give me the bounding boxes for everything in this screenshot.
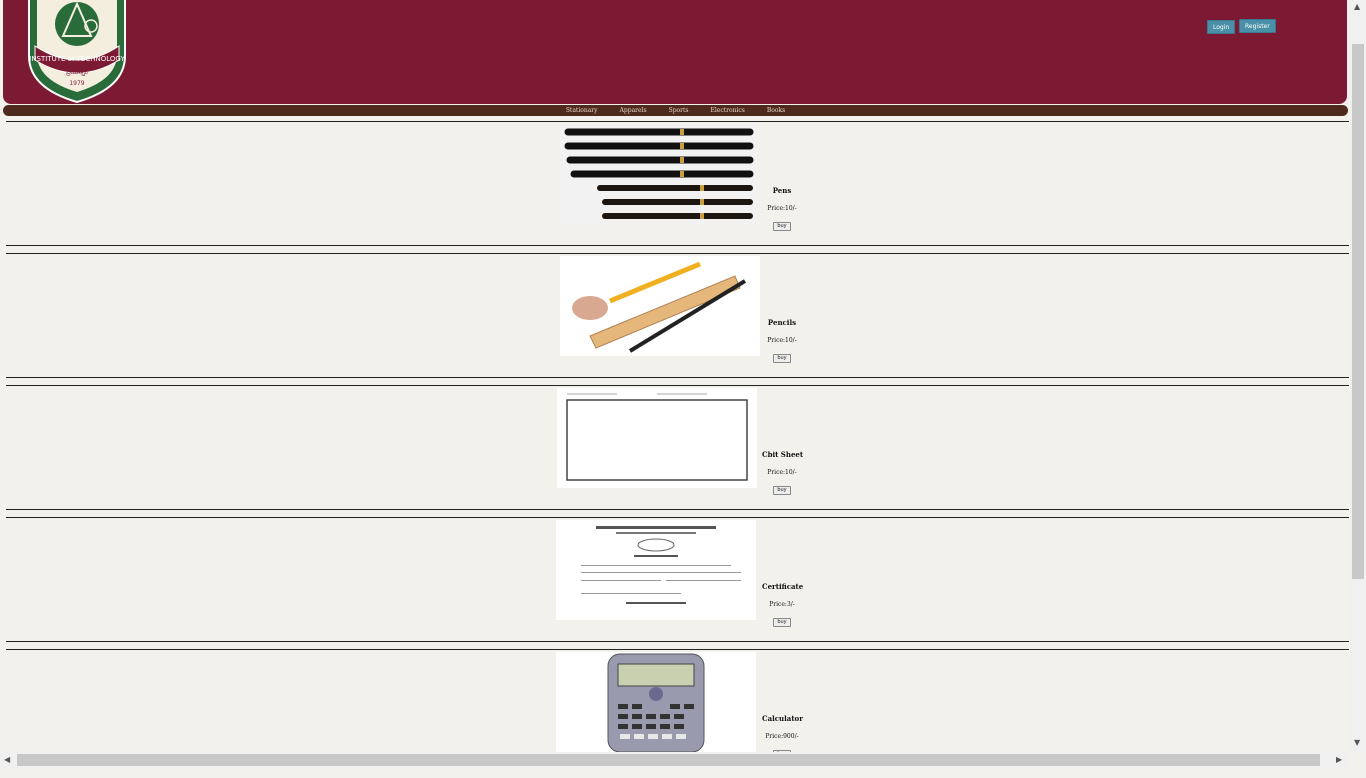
- divider: [6, 253, 1349, 254]
- nav-item-stationary[interactable]: Stationary: [555, 107, 609, 114]
- cbit-sheet-image: [557, 388, 757, 488]
- vertical-scroll-thumb[interactable]: [1352, 44, 1364, 579]
- logo-year: 1979: [69, 80, 84, 87]
- horizontal-scrollbar[interactable]: ◀ ▶: [0, 752, 1350, 768]
- logo-text: INSTITUTE of TECHNOLOGY: [29, 55, 125, 63]
- divider: [6, 649, 1349, 650]
- product-price: Price:3/-: [769, 601, 795, 608]
- certificate-image: [556, 520, 756, 620]
- product-name: Pencils: [767, 318, 797, 327]
- product-price: Price:10/-: [767, 205, 797, 212]
- horizontal-scroll-thumb[interactable]: [17, 754, 1320, 766]
- vertical-scrollbar[interactable]: ▲ ▼: [1350, 0, 1366, 752]
- pens-image: [560, 124, 760, 224]
- product-price: Price:10/-: [767, 469, 797, 476]
- scroll-left-icon[interactable]: ◀: [4, 755, 10, 764]
- product-name: Cbit Sheet: [762, 450, 804, 459]
- calculator-image: [556, 652, 756, 752]
- product-name: Pens: [772, 186, 792, 195]
- divider: [6, 377, 1349, 378]
- buy-button[interactable]: buy: [773, 618, 791, 627]
- site-header: INSTITUTE of TECHNOLOGY ప్రయత్నం 1979 Lo…: [3, 0, 1347, 104]
- login-button[interactable]: Login: [1207, 20, 1236, 34]
- product-price: Price:10/-: [767, 337, 797, 344]
- buy-button[interactable]: buy: [773, 354, 791, 363]
- nav-item-books[interactable]: Books: [756, 107, 796, 114]
- divider: [6, 385, 1349, 386]
- divider: [6, 509, 1349, 510]
- scroll-right-icon[interactable]: ▶: [1336, 755, 1342, 764]
- category-nav: Stationary Apparels Sports Electronics B…: [3, 105, 1348, 116]
- nav-item-electronics[interactable]: Electronics: [700, 107, 756, 114]
- product-info: Certificate Price:3/- buy: [762, 582, 804, 627]
- product-card: Certificate Price:3/- buy: [0, 514, 1350, 646]
- scroll-down-icon[interactable]: ▼: [1354, 738, 1360, 747]
- divider: [6, 121, 1349, 122]
- product-name: Certificate: [762, 582, 804, 591]
- college-logo: INSTITUTE of TECHNOLOGY ప్రయత్నం 1979: [28, 0, 126, 104]
- scroll-up-icon[interactable]: ▲: [1354, 2, 1360, 11]
- product-card: Pens Price:10/- buy: [0, 118, 1350, 250]
- pencils-image: [560, 256, 760, 356]
- divider: [6, 245, 1349, 246]
- nav-item-apparels[interactable]: Apparels: [609, 107, 658, 114]
- nav-item-sports[interactable]: Sports: [658, 107, 700, 114]
- product-card: Pencils Price:10/- buy: [0, 250, 1350, 382]
- divider: [6, 641, 1349, 642]
- divider: [6, 517, 1349, 518]
- product-info: Pencils Price:10/- buy: [762, 318, 802, 363]
- product-card: Cbit Sheet Price:10/- buy: [0, 382, 1350, 514]
- svg-text:ప్రయత్నం: ప్రయత్నం: [65, 69, 87, 77]
- product-name: Calculator: [762, 714, 803, 723]
- product-info: Cbit Sheet Price:10/- buy: [762, 450, 804, 495]
- buy-button[interactable]: buy: [773, 222, 791, 231]
- product-list: Pens Price:10/- buy Pencils Price:10/- b…: [0, 118, 1350, 778]
- register-button[interactable]: Register: [1239, 19, 1276, 33]
- product-price: Price:900/-: [765, 733, 799, 740]
- buy-button[interactable]: buy: [773, 486, 791, 495]
- product-info: Pens Price:10/- buy: [762, 186, 802, 231]
